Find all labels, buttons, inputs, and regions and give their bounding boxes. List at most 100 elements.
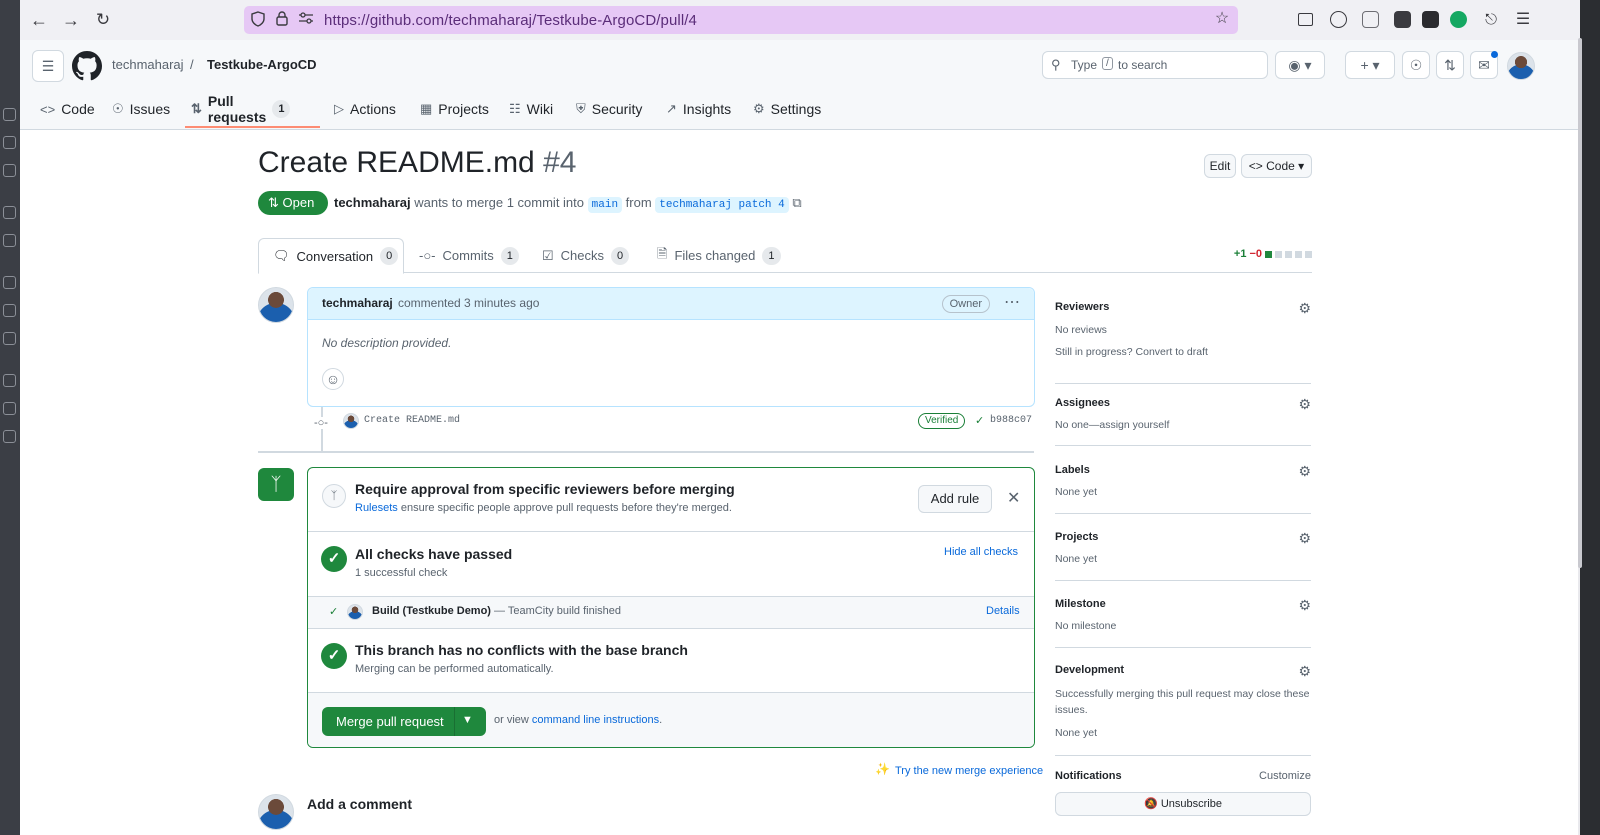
bitwarden-icon[interactable]: [1394, 11, 1411, 28]
chevron-down-icon[interactable]: ▼: [462, 714, 473, 726]
rulesets-link[interactable]: Rulesets: [355, 502, 398, 514]
details-link[interactable]: Details: [986, 605, 1020, 617]
dock-app-icon[interactable]: [3, 304, 16, 317]
tab-commits[interactable]: -○- Commits 1: [405, 238, 533, 273]
commit-avatar[interactable]: [343, 413, 359, 429]
assign-yourself-link[interactable]: assign yourself: [1099, 419, 1169, 431]
gear-icon[interactable]: ⚙: [1298, 396, 1311, 413]
assignees-title[interactable]: Assignees: [1055, 397, 1110, 409]
gear-icon[interactable]: ⚙: [1298, 530, 1311, 547]
comment-meta[interactable]: commented 3 minutes ago: [398, 296, 539, 310]
scrollbar[interactable]: [1578, 38, 1582, 568]
smiley-icon[interactable]: ☺: [322, 368, 344, 390]
tab-checks[interactable]: ☑ Checks 0: [528, 238, 643, 273]
comment-card: techmaharaj commented 3 minutes ago Owne…: [307, 287, 1035, 407]
forward-icon[interactable]: →: [60, 9, 82, 31]
tab-wiki[interactable]: ☷ Wiki: [509, 88, 553, 130]
repo-name-link[interactable]: Testkube-ArgoCD: [207, 57, 317, 72]
search-shortcut-key: /: [1102, 57, 1113, 70]
projects-title[interactable]: Projects: [1055, 531, 1098, 543]
lock-icon[interactable]: [274, 11, 290, 27]
edit-button[interactable]: Edit: [1204, 154, 1236, 178]
tab-settings[interactable]: ⚙ Settings: [753, 88, 821, 130]
dock-app-icon[interactable]: [3, 374, 16, 387]
dock-app-icon[interactable]: [3, 276, 16, 289]
search-icon: ⚲: [1051, 57, 1061, 72]
account-icon[interactable]: [1330, 11, 1347, 28]
customize-link[interactable]: Customize: [1259, 770, 1311, 782]
try-new-merge-link[interactable]: Try the new merge experience: [895, 765, 1043, 777]
issues-icon[interactable]: ☉: [1402, 51, 1430, 79]
url-bar[interactable]: https://github.com/techmaharaj/Testkube-…: [244, 6, 1238, 34]
url-text[interactable]: https://github.com/techmaharaj/Testkube-…: [324, 12, 697, 29]
convert-to-draft-link[interactable]: Convert to draft: [1136, 346, 1208, 358]
dock-app-icon[interactable]: [3, 108, 16, 121]
kebab-horizontal-icon[interactable]: ⋯: [1004, 292, 1020, 312]
extension-dark-icon[interactable]: [1422, 11, 1439, 28]
dock-app-icon[interactable]: [3, 234, 16, 247]
tab-actions[interactable]: ▷ Actions: [334, 88, 396, 130]
permissions-icon[interactable]: [298, 11, 314, 27]
gear-icon[interactable]: ⚙: [1298, 463, 1311, 480]
command-line-link[interactable]: command line instructions: [532, 714, 659, 726]
unsubscribe-button[interactable]: 🔕 Unsubscribe: [1055, 792, 1311, 816]
comment-author-link[interactable]: techmaharaj: [322, 296, 393, 310]
tab-projects[interactable]: ▦ Projects: [420, 88, 489, 130]
pull-requests-icon[interactable]: ⇅: [1436, 51, 1464, 79]
commit-message-link[interactable]: Create README.md: [364, 415, 460, 426]
search-input[interactable]: ⚲ Type / to search: [1042, 51, 1268, 79]
reader-view-icon[interactable]: [1298, 13, 1313, 26]
milestone-title[interactable]: Milestone: [1055, 598, 1106, 610]
reviewers-title[interactable]: Reviewers: [1055, 301, 1109, 313]
hide-checks-link[interactable]: Hide all checks: [944, 546, 1018, 558]
labels-title[interactable]: Labels: [1055, 464, 1090, 476]
dock-app-icon[interactable]: [3, 136, 16, 149]
grammarly-icon[interactable]: [1450, 11, 1467, 28]
gear-icon[interactable]: ⚙: [1298, 663, 1311, 680]
tab-issues[interactable]: ☉ Issues: [112, 88, 170, 130]
gear-icon[interactable]: ⚙: [1298, 300, 1311, 317]
reload-icon[interactable]: ↻: [92, 9, 114, 31]
copilot-icon[interactable]: ◉ ▾: [1275, 51, 1325, 79]
tab-files-changed[interactable]: 🗎 Files changed 1: [643, 238, 795, 273]
tab-code[interactable]: <> Code: [40, 88, 95, 130]
shield-icon[interactable]: [250, 11, 266, 27]
verified-badge[interactable]: Verified: [918, 413, 966, 429]
menu-icon[interactable]: ☰: [1512, 9, 1534, 31]
tab-insights[interactable]: ↗ Insights: [666, 88, 731, 130]
base-branch[interactable]: main: [587, 197, 623, 213]
dock-app-icon[interactable]: [3, 332, 16, 345]
user-avatar[interactable]: [1507, 52, 1535, 80]
github-logo-icon[interactable]: [72, 51, 102, 81]
close-icon[interactable]: ✕: [1007, 488, 1020, 508]
desktop-dock: [0, 0, 20, 835]
dock-app-icon[interactable]: [3, 402, 16, 415]
merge-pull-request-button[interactable]: Merge pull request ▼: [322, 707, 486, 736]
dock-app-icon[interactable]: [3, 206, 16, 219]
hamburger-icon[interactable]: ☰: [32, 50, 64, 82]
tab-pull-requests[interactable]: ⇅ Pull requests 1: [191, 88, 291, 130]
dock-app-icon[interactable]: [3, 164, 16, 177]
extensions-puzzle-icon[interactable]: ⎋: [1480, 9, 1502, 31]
gear-icon[interactable]: ⚙: [1298, 597, 1311, 614]
repo-owner-link[interactable]: techmaharaj: [112, 57, 184, 72]
back-icon[interactable]: ←: [28, 9, 50, 31]
sidebar-assignees: Assignees ⚙ No one—assign yourself: [1055, 394, 1311, 446]
avatar[interactable]: [258, 287, 294, 323]
development-title[interactable]: Development: [1055, 664, 1124, 676]
dock-app-icon[interactable]: [3, 430, 16, 443]
add-rule-button[interactable]: Add rule: [918, 485, 992, 513]
copy-icon[interactable]: ⧉: [792, 195, 801, 210]
extension-icon[interactable]: [1362, 11, 1379, 28]
create-new-icon[interactable]: + ▾: [1345, 51, 1395, 79]
git-branch-icon: ᛉ: [322, 484, 346, 508]
bookmark-star-icon[interactable]: ☆: [1214, 11, 1230, 27]
pr-author-link[interactable]: techmaharaj: [334, 195, 411, 210]
commit-sha-link[interactable]: b988c07: [990, 415, 1032, 426]
tab-conversation[interactable]: 🗨 Conversation 0: [258, 238, 404, 274]
head-branch[interactable]: techmaharaj patch 4: [655, 197, 789, 213]
code-icon: <>: [1248, 159, 1263, 173]
tab-security[interactable]: ⛨ Security: [576, 88, 642, 130]
code-dropdown-button[interactable]: <> Code ▾: [1241, 154, 1312, 178]
sidebar-notifications: Notifications Customize 🔕 Unsubscribe: [1055, 770, 1311, 830]
